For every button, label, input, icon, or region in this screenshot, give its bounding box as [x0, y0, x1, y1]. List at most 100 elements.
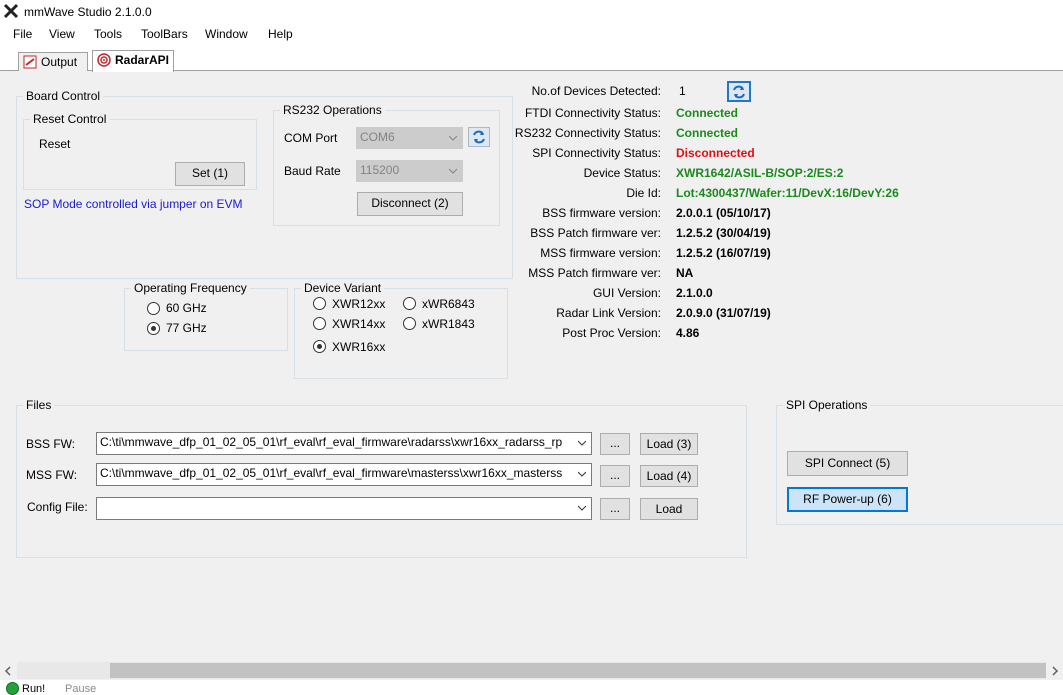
- mss-fw-version-value: 1.2.5.2 (16/07/19): [676, 246, 771, 260]
- device-variant-group: Device Variant XWR12xx xWR6843 XWR14xx x…: [294, 281, 508, 379]
- tab-strip: Output RadarAPI: [0, 45, 1063, 72]
- mss-fw-browse-button[interactable]: ...: [600, 465, 630, 487]
- board-control-group: Board Control Reset Control Reset Set (1…: [16, 89, 513, 279]
- mss-patch-value: NA: [676, 266, 694, 280]
- reset-label: Reset: [39, 137, 71, 151]
- menu-toolbars[interactable]: ToolBars: [141, 27, 188, 41]
- com-port-select[interactable]: COM6: [356, 127, 463, 149]
- devices-detected-value: 1: [679, 84, 686, 98]
- baud-rate-select[interactable]: 115200: [356, 160, 463, 182]
- config-file-path-select[interactable]: [96, 497, 592, 520]
- menu-bar: File View Tools ToolBars Window Help: [0, 24, 1063, 45]
- tab-output-label: Output: [41, 55, 78, 69]
- bss-fw-version-label: BSS firmware version:: [542, 206, 661, 220]
- title-bar: mmWave Studio 2.1.0.0: [0, 0, 1063, 24]
- die-id-value: Lot:4300437/Wafer:11/DevX:16/DevY:26: [676, 186, 899, 200]
- tab-radarapi[interactable]: RadarAPI: [92, 50, 174, 72]
- com-port-label: COM Port: [284, 131, 338, 145]
- device-status-value: XWR1642/ASIL-B/SOP:2/ES:2: [676, 166, 844, 180]
- radio-xwr12xx-label: XWR12xx: [332, 297, 386, 311]
- app-icon: [3, 3, 19, 19]
- bss-fw-version-value: 2.0.0.1 (05/10/17): [676, 206, 771, 220]
- operating-frequency-title: Operating Frequency: [131, 281, 250, 295]
- config-file-label: Config File:: [27, 500, 88, 514]
- radar-link-version-value: 2.0.9.0 (31/07/19): [676, 306, 771, 320]
- radio-xwr14xx-label: XWR14xx: [332, 317, 386, 331]
- post-proc-version-label: Post Proc Version:: [562, 326, 661, 340]
- mss-fw-label: MSS FW:: [26, 468, 78, 482]
- radio-xwr16xx-label: XWR16xx: [332, 340, 386, 354]
- output-icon: [23, 55, 37, 69]
- baud-rate-label: Baud Rate: [284, 164, 341, 178]
- radio-xwr1843-label: xWR1843: [422, 317, 475, 331]
- chevron-down-icon: [449, 135, 457, 141]
- menu-tools[interactable]: Tools: [94, 27, 122, 41]
- chevron-down-icon: [578, 505, 586, 511]
- radio-xwr6843[interactable]: [403, 297, 416, 310]
- bss-patch-value: 1.2.5.2 (30/04/19): [676, 226, 771, 240]
- bss-fw-browse-button[interactable]: ...: [600, 433, 630, 455]
- radio-xwr14xx[interactable]: [313, 317, 326, 330]
- set-reset-button[interactable]: Set (1): [175, 162, 245, 186]
- ftdi-status-value: Connected: [676, 106, 739, 120]
- radio-xwr16xx[interactable]: [313, 340, 326, 353]
- menu-view[interactable]: View: [49, 27, 75, 41]
- post-proc-version-value: 4.86: [676, 326, 700, 340]
- menu-file[interactable]: File: [13, 27, 32, 41]
- radio-xwr12xx[interactable]: [313, 297, 326, 310]
- rf-powerup-button[interactable]: RF Power-up (6): [787, 487, 908, 512]
- spi-status-label: SPI Connectivity Status:: [532, 146, 661, 160]
- refresh-icon: [733, 85, 745, 99]
- chevron-down-icon: [578, 471, 586, 477]
- files-title: Files: [23, 398, 55, 412]
- sop-mode-note: SOP Mode controlled via jumper on EVM: [24, 197, 243, 211]
- chevron-down-icon: [578, 440, 586, 446]
- horizontal-scrollbar[interactable]: [0, 662, 1063, 679]
- scroll-left-icon[interactable]: [3, 666, 13, 676]
- radar-icon: [97, 53, 111, 67]
- menu-help[interactable]: Help: [268, 27, 293, 41]
- operating-frequency-group: Operating Frequency 60 GHz 77 GHz: [124, 281, 288, 351]
- config-file-load-button[interactable]: Load: [640, 498, 698, 520]
- com-port-refresh-button[interactable]: [468, 127, 490, 147]
- radio-77ghz[interactable]: [147, 322, 160, 335]
- chevron-down-icon: [449, 168, 457, 174]
- ftdi-status-label: FTDI Connectivity Status:: [524, 106, 661, 120]
- radio-xwr6843-label: xWR6843: [422, 297, 475, 311]
- run-icon: [6, 682, 19, 695]
- mss-fw-path-select[interactable]: C:\ti\mmwave_dfp_01_02_05_01\rf_eval\rf_…: [96, 463, 592, 486]
- devices-refresh-button[interactable]: [727, 81, 751, 102]
- radio-77ghz-label: 77 GHz: [166, 321, 207, 335]
- files-group: Files BSS FW: C:\ti\mmwave_dfp_01_02_05_…: [16, 398, 747, 558]
- mss-patch-label: MSS Patch firmware ver:: [528, 266, 661, 280]
- refresh-icon: [473, 130, 485, 144]
- bss-patch-label: BSS Patch firmware ver:: [530, 226, 661, 240]
- scrollbar-track[interactable]: [17, 662, 1046, 679]
- run-label[interactable]: Run!: [22, 683, 45, 695]
- menu-window[interactable]: Window: [205, 27, 248, 41]
- scroll-right-icon[interactable]: [1050, 666, 1060, 676]
- radio-60ghz[interactable]: [147, 302, 160, 315]
- radio-60ghz-label: 60 GHz: [166, 301, 207, 315]
- spi-operations-group: SPI Operations SPI Connect (5) RF Power-…: [776, 398, 1063, 525]
- pause-label[interactable]: Pause: [65, 683, 96, 695]
- reset-control-group: Reset Control Reset Set (1): [23, 112, 257, 190]
- rs232-status-value: Connected: [676, 126, 739, 140]
- mss-fw-load-button[interactable]: Load (4): [640, 465, 698, 487]
- scrollbar-thumb[interactable]: [110, 663, 1046, 678]
- devices-detected-label: No.of Devices Detected:: [531, 84, 661, 98]
- mss-fw-version-label: MSS firmware version:: [540, 246, 661, 260]
- tab-radarapi-label: RadarAPI: [115, 53, 170, 67]
- spi-operations-title: SPI Operations: [783, 398, 871, 412]
- disconnect-button[interactable]: Disconnect (2): [357, 192, 463, 216]
- spi-status-value: Disconnected: [676, 146, 755, 160]
- spi-connect-button[interactable]: SPI Connect (5): [787, 451, 908, 476]
- radio-xwr1843[interactable]: [403, 317, 416, 330]
- rs232-title: RS232 Operations: [280, 103, 385, 117]
- bss-fw-load-button[interactable]: Load (3): [640, 433, 698, 455]
- bss-fw-path-select[interactable]: C:\ti\mmwave_dfp_01_02_05_01\rf_eval\rf_…: [96, 432, 592, 455]
- bss-fw-label: BSS FW:: [26, 437, 76, 451]
- reset-control-title: Reset Control: [30, 112, 110, 126]
- tab-output[interactable]: Output: [18, 52, 88, 71]
- config-file-browse-button[interactable]: ...: [600, 498, 630, 520]
